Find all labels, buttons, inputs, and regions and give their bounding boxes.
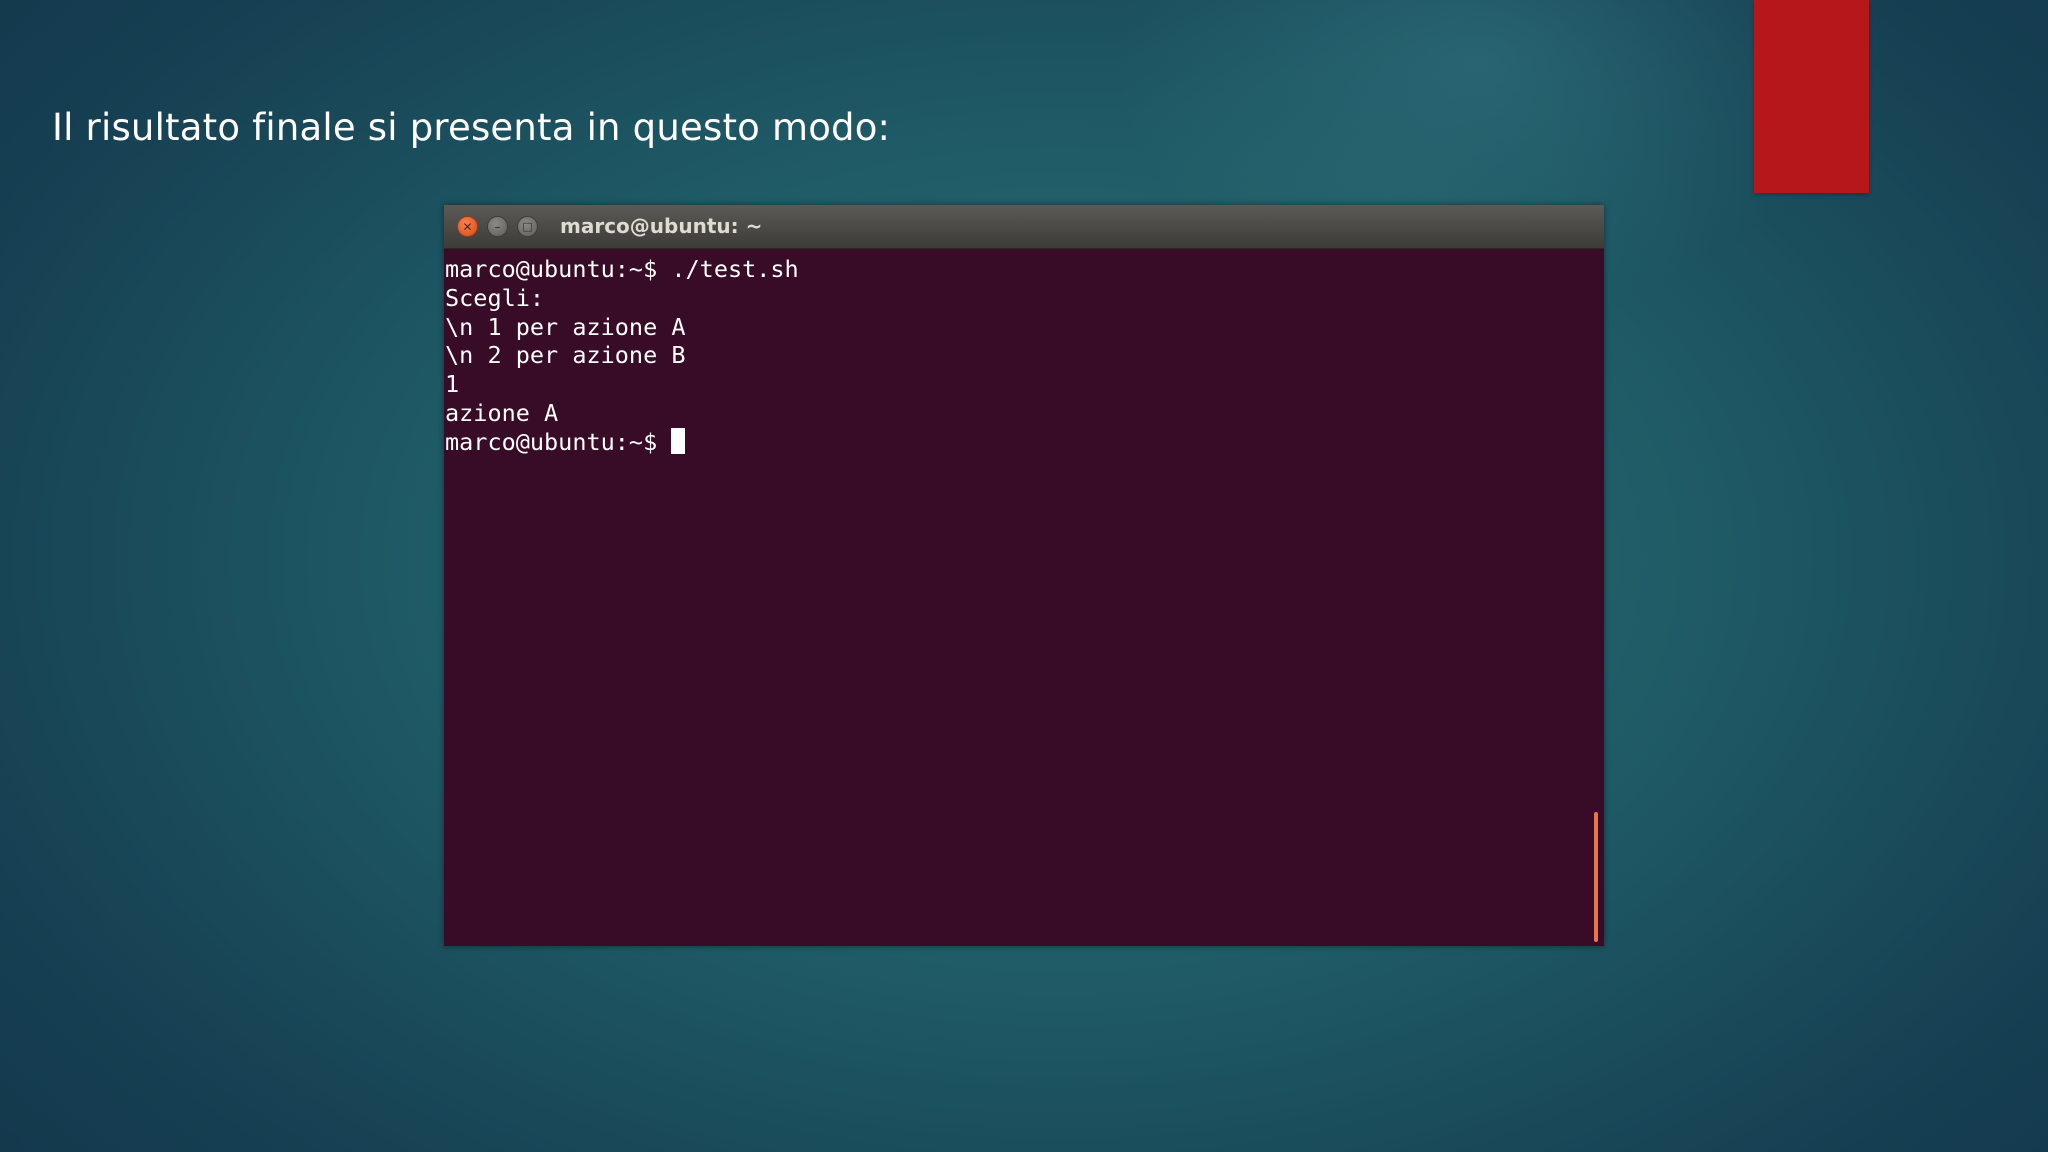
terminal-line: \n 1 per azione A	[445, 312, 686, 341]
text-cursor	[671, 427, 686, 454]
maximize-icon: □	[522, 220, 533, 233]
scrollbar[interactable]	[1594, 812, 1598, 942]
terminal-line: Scegli:	[445, 283, 545, 312]
close-icon: ✕	[462, 219, 473, 234]
accent-bar	[1754, 0, 1869, 193]
terminal-line: 1	[445, 370, 460, 399]
window-title: marco@ubuntu: ~	[560, 214, 763, 238]
maximize-button[interactable]: □	[517, 216, 538, 237]
minimize-icon: –	[494, 219, 501, 234]
terminal-line: \n 2 per azione B	[445, 341, 686, 370]
slide-title: Il risultato finale si presenta in quest…	[52, 106, 891, 149]
terminal-window[interactable]: ✕ – □ marco@ubuntu: ~ marco@ubuntu:~$ ./…	[444, 205, 1604, 946]
terminal-line: marco@ubuntu:~$ ./test.sh	[445, 255, 799, 283]
minimize-button[interactable]: –	[487, 216, 508, 237]
close-button[interactable]: ✕	[457, 216, 478, 237]
terminal-output[interactable]: marco@ubuntu:~$ ./test.sh Scegli: \n 1 p…	[444, 249, 1604, 457]
terminal-line: azione A	[445, 398, 559, 427]
terminal-titlebar[interactable]: ✕ – □ marco@ubuntu: ~	[444, 205, 1604, 249]
terminal-prompt: marco@ubuntu:~$	[445, 427, 672, 456]
terminal-prompt-line[interactable]: marco@ubuntu:~$	[445, 427, 1604, 457]
